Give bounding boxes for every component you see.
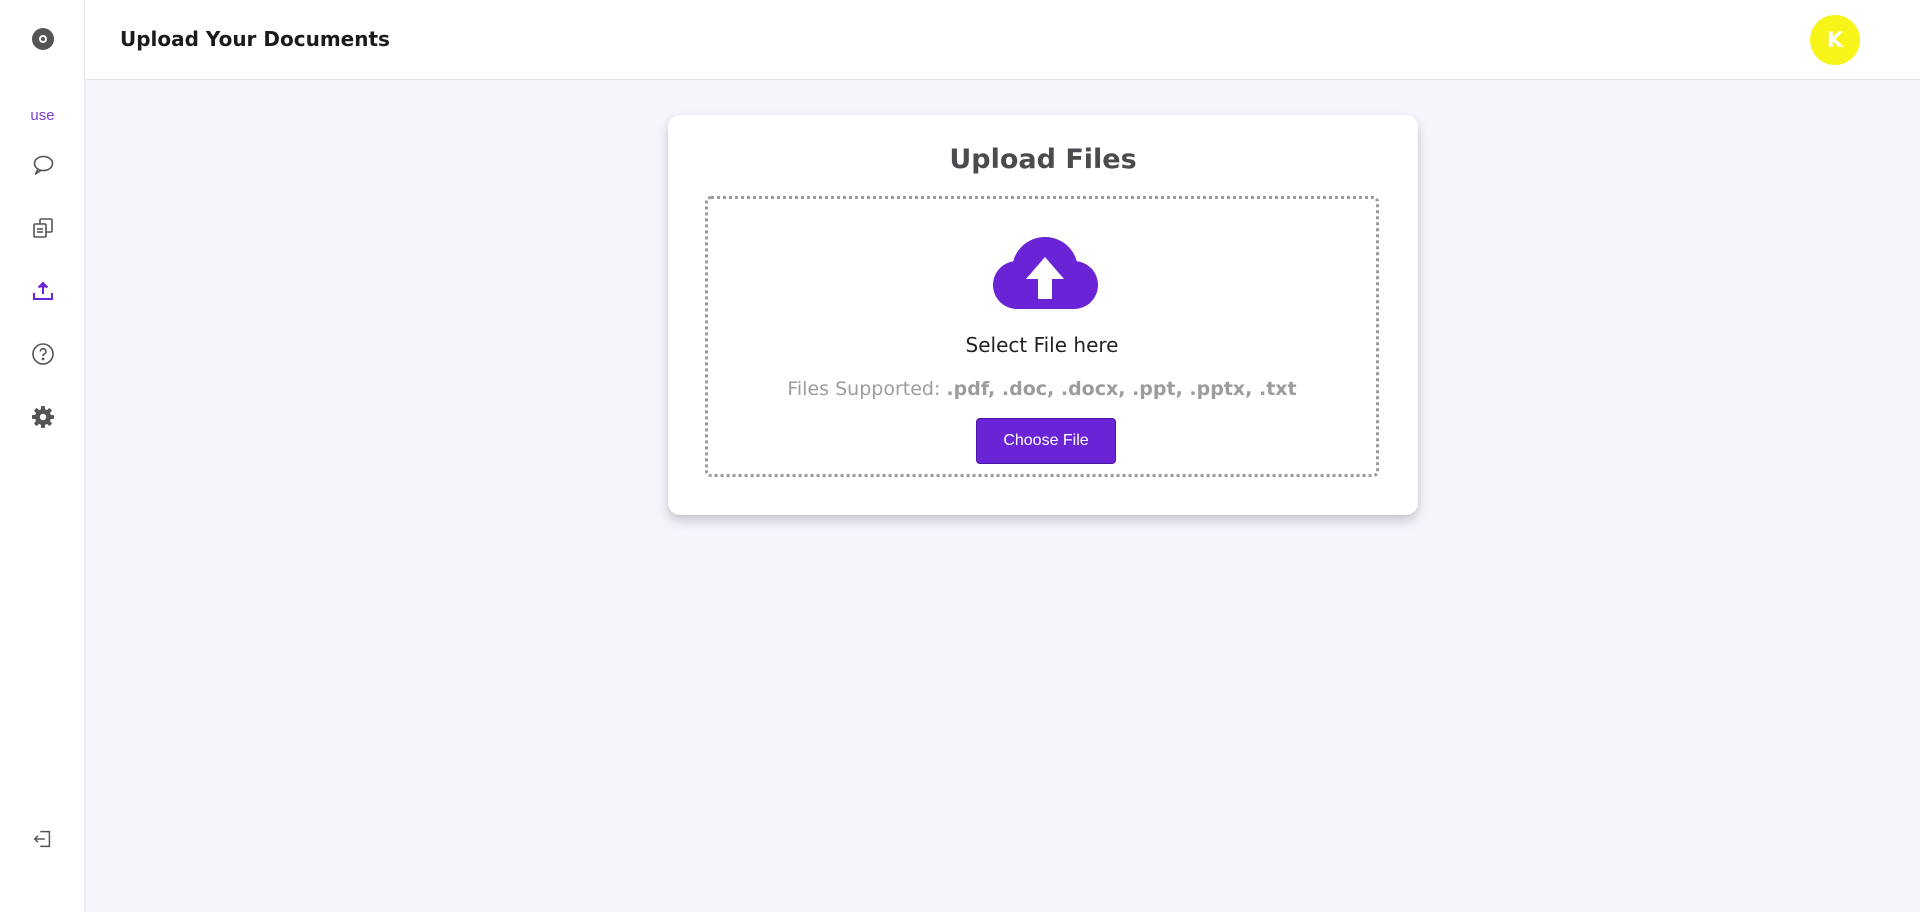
select-file-text: Select File here (965, 333, 1119, 357)
avatar-initial: K (1826, 28, 1844, 52)
sidebar-item-upload[interactable] (0, 271, 85, 311)
chat-bubble-icon (33, 155, 53, 175)
sidebar-item-documents[interactable] (0, 208, 85, 248)
gear-icon (31, 406, 54, 428)
sidebar-item-use[interactable]: use (0, 95, 85, 135)
supported-formats: Files Supported: .pdf, .doc, .docx, .ppt… (708, 378, 1376, 400)
supported-types: .pdf, .doc, .docx, .ppt, .pptx, .txt (946, 378, 1297, 400)
upload-icon (32, 281, 53, 300)
upload-card: Upload Files Select File here Files Supp… (668, 115, 1418, 515)
sidebar-item-help[interactable] (0, 334, 85, 374)
upload-title: Upload Files (949, 144, 1137, 175)
disc-logo-icon (31, 28, 54, 50)
top-bar: Upload Your Documents K (85, 0, 1920, 80)
cloud-upload-icon (993, 237, 1098, 309)
page-title: Upload Your Documents (120, 27, 390, 51)
sidebar: use (0, 0, 85, 912)
file-dropzone[interactable]: Select File here Files Supported: .pdf, … (705, 196, 1379, 477)
avatar[interactable]: K (1810, 15, 1860, 65)
app-logo[interactable] (0, 19, 85, 59)
help-circle-icon (31, 343, 54, 365)
sidebar-item-settings[interactable] (0, 397, 85, 437)
sidebar-item-logout[interactable] (0, 819, 85, 859)
supported-label: Files Supported: (787, 378, 941, 400)
sidebar-item-label: use (30, 106, 55, 124)
sidebar-item-chat[interactable] (0, 145, 85, 185)
choose-file-button[interactable]: Choose File (976, 418, 1116, 464)
logout-icon (33, 830, 50, 848)
documents-icon (32, 218, 53, 238)
